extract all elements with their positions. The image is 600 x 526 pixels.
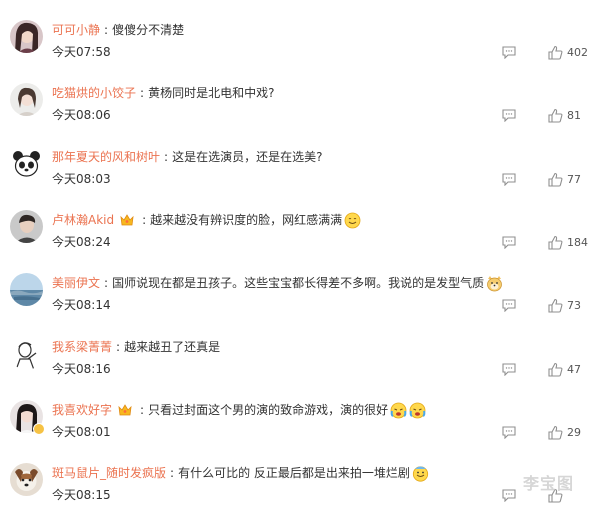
- colon-separator: :: [140, 403, 145, 417]
- username-link[interactable]: 我系梁菁菁: [52, 338, 112, 356]
- username-link[interactable]: 美丽伊文: [52, 274, 100, 292]
- comment-item: 那年夏天的风和树叶: 这是在选演员，还是在选美? 今天08:03 77: [0, 147, 600, 210]
- comment-line: 美丽伊文: 国师说现在都是丑孩子。这些宝宝都长得差不多啊。我说的是发型气质: [52, 274, 503, 292]
- comment-line: 那年夏天的风和树叶: 这是在选演员，还是在选美?: [52, 148, 322, 166]
- avatar[interactable]: [10, 20, 43, 53]
- colon-separator: :: [116, 340, 121, 354]
- comment-text: 越来越没有辨识度的脸，网红感满满: [150, 213, 343, 227]
- like-button[interactable]: 402: [548, 44, 588, 60]
- comment-line: 我喜欢好字: 只看过封面这个男的演的致命游戏，演的很好: [52, 401, 426, 419]
- avatar[interactable]: [10, 210, 43, 243]
- colon-separator: :: [164, 150, 169, 164]
- like-button[interactable]: 77: [548, 171, 581, 187]
- like-count: 29: [567, 425, 581, 439]
- vip-crown-icon: [118, 404, 132, 416]
- like-button[interactable]: 29: [548, 424, 581, 440]
- avatar[interactable]: [10, 337, 43, 370]
- username-link[interactable]: 吃猫烘的小饺子: [52, 84, 136, 102]
- watermark: 李宝图: [523, 474, 575, 493]
- comment-line: 我系梁菁菁: 越来越丑了还真是: [52, 338, 220, 356]
- avatar[interactable]: [10, 147, 43, 180]
- comment-timestamp: 今天08:14: [52, 298, 111, 312]
- username-link[interactable]: 那年夏天的风和树叶: [52, 148, 160, 166]
- comment-text: 这是在选演员，还是在选美?: [172, 150, 323, 164]
- like-count: 47: [567, 362, 581, 376]
- like-count: 77: [567, 172, 581, 186]
- smile-emoji: [344, 212, 361, 229]
- like-button[interactable]: 184: [548, 234, 588, 250]
- comment-timestamp: 今天07:58: [52, 45, 111, 59]
- colon-separator: :: [140, 86, 145, 100]
- reply-icon[interactable]: [502, 109, 516, 122]
- comment-timestamp: 今天08:16: [52, 362, 111, 376]
- username-link[interactable]: 斑马鼠片_随时发疯版: [52, 464, 166, 482]
- like-count: 81: [567, 108, 581, 122]
- comment-item: 我系梁菁菁: 越来越丑了还真是 今天08:16 47: [0, 337, 600, 400]
- reply-icon[interactable]: [502, 299, 516, 312]
- like-count: 402: [567, 45, 588, 59]
- comment-timestamp: 今天08:24: [52, 235, 111, 249]
- avatar[interactable]: [10, 83, 43, 116]
- comment-item: 美丽伊文: 国师说现在都是丑孩子。这些宝宝都长得差不多啊。我说的是发型气质 今天08…: [0, 273, 600, 336]
- avatar[interactable]: [10, 463, 43, 496]
- comment-text: 黄杨同时是北电和中戏?: [148, 86, 275, 100]
- thumbs-up-icon: [548, 108, 563, 123]
- sweat-emoji: [412, 465, 429, 482]
- like-button[interactable]: 47: [548, 361, 581, 377]
- comment-line: 可可小静: 傻傻分不清楚: [52, 21, 184, 39]
- reply-icon[interactable]: [502, 363, 516, 376]
- comment-line: 吃猫烘的小饺子: 黄杨同时是北电和中戏?: [52, 84, 274, 102]
- comment-timestamp: 今天08:15: [52, 488, 111, 502]
- reply-icon[interactable]: [502, 173, 516, 186]
- reply-icon[interactable]: [502, 236, 516, 249]
- comment-text: 只看过封面这个男的演的致命游戏，演的很好: [148, 403, 389, 417]
- doge-emoji: [486, 275, 503, 292]
- thumbs-up-icon: [548, 172, 563, 187]
- comment-item: 我喜欢好字: 只看过封面这个男的演的致命游戏，演的很好今天08:01 29: [0, 400, 600, 463]
- comment-item: 可可小静: 傻傻分不清楚 今天07:58 402: [0, 20, 600, 83]
- comment-item: 吃猫烘的小饺子: 黄杨同时是北电和中戏? 今天08:06 81: [0, 83, 600, 146]
- username-link[interactable]: 可可小静: [52, 21, 100, 39]
- thumbs-up-icon: [548, 235, 563, 250]
- comment-text: 国师说现在都是丑孩子。这些宝宝都长得差不多啊。我说的是发型气质: [112, 276, 485, 290]
- crying-emoji: [390, 402, 407, 419]
- comment-item: 斑马鼠片_随时发疯版: 有什么可比的 反正最后都是出来拍一堆烂剧今天08:15: [0, 463, 600, 526]
- verified-badge-icon: [33, 423, 45, 435]
- thumbs-up-icon: [548, 362, 563, 377]
- colon-separator: :: [104, 23, 109, 37]
- comment-line: 卢林瀚Akid: 越来越没有辨识度的脸，网红感满满: [52, 211, 361, 229]
- comment-timestamp: 今天08:06: [52, 108, 111, 122]
- vip-crown-icon: [120, 214, 134, 226]
- avatar[interactable]: [10, 273, 43, 306]
- colon-separator: :: [170, 466, 175, 480]
- comment-timestamp: 今天08:01: [52, 425, 111, 439]
- colon-separator: :: [104, 276, 109, 290]
- comment-text: 有什么可比的 反正最后都是出来拍一堆烂剧: [178, 466, 410, 480]
- username-link[interactable]: 卢林瀚Akid: [52, 211, 114, 229]
- thumbs-up-icon: [548, 298, 563, 313]
- comment-text: 傻傻分不清楚: [112, 23, 185, 37]
- colon-separator: :: [142, 213, 147, 227]
- comment-line: 斑马鼠片_随时发疯版: 有什么可比的 反正最后都是出来拍一堆烂剧: [52, 464, 429, 482]
- like-count: 73: [567, 298, 581, 312]
- reply-icon[interactable]: [502, 46, 516, 59]
- thumbs-up-icon: [548, 425, 563, 440]
- comment-timestamp: 今天08:03: [52, 172, 111, 186]
- like-count: 184: [567, 235, 588, 249]
- reply-icon[interactable]: [502, 426, 516, 439]
- comment-text: 越来越丑了还真是: [124, 340, 221, 354]
- username-link[interactable]: 我喜欢好字: [52, 401, 112, 419]
- comment-item: 卢林瀚Akid: 越来越没有辨识度的脸，网红感满满今天08:24 184: [0, 210, 600, 273]
- reply-icon[interactable]: [502, 489, 516, 502]
- like-button[interactable]: 81: [548, 107, 581, 123]
- like-button[interactable]: 73: [548, 297, 581, 313]
- thumbs-up-icon: [548, 45, 563, 60]
- crying-emoji: [409, 402, 426, 419]
